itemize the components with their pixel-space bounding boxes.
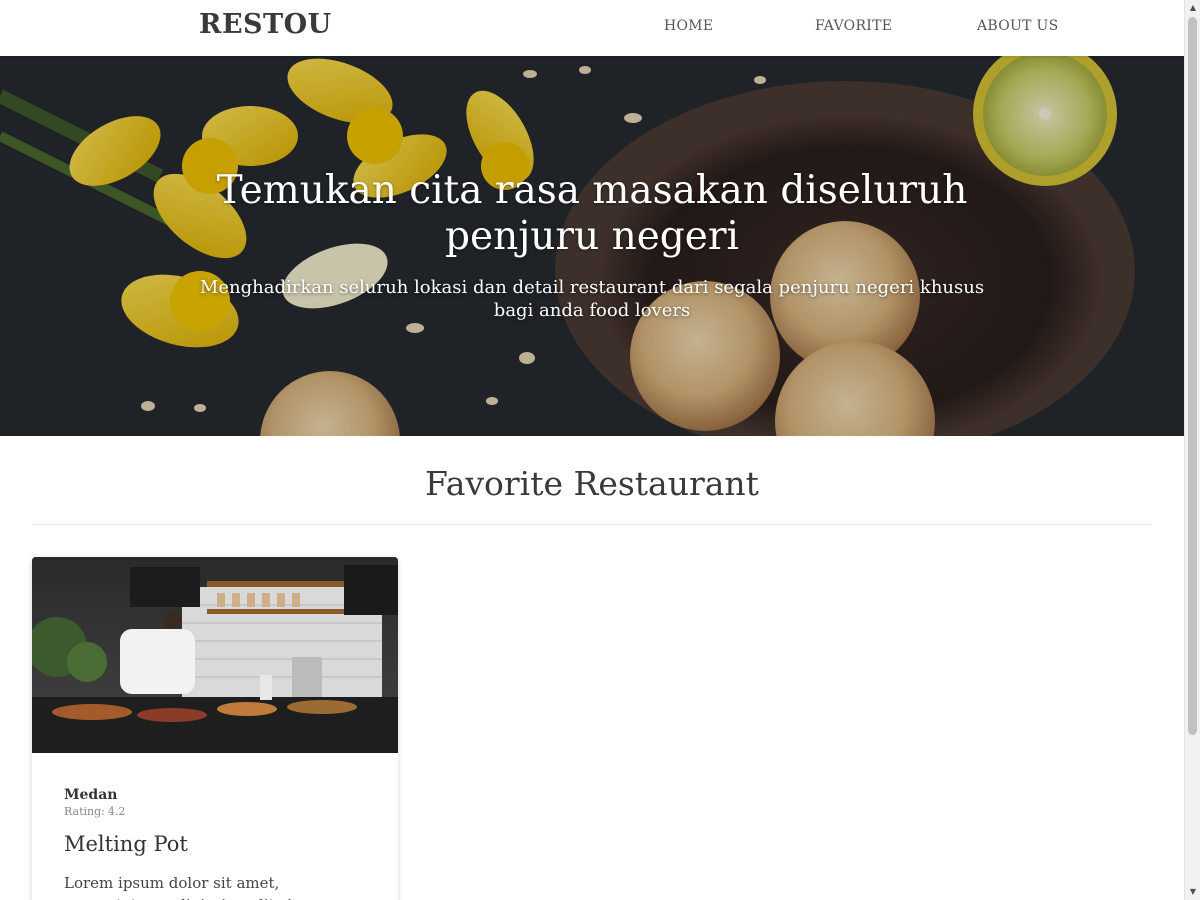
hero-title: Temukan cita rasa masakan diseluruh penj…: [216, 168, 968, 259]
nav-favorite-link[interactable]: FAVORITE: [815, 18, 892, 34]
restaurant-city: Medan: [64, 787, 118, 803]
nav-home-link[interactable]: HOME: [664, 18, 713, 34]
section-divider: [32, 524, 1152, 525]
restaurant-description: Lorem ipsum dolor sit amet, consectetuer…: [64, 874, 341, 900]
hero-banner: Temukan cita rasa masakan diseluruh penj…: [0, 56, 1184, 436]
rating-value: 4.2: [107, 805, 126, 818]
hero-subtitle: Menghadirkan seluruh lokasi dan detail r…: [199, 277, 985, 321]
scroll-down-icon[interactable]: ▼: [1185, 884, 1200, 900]
app-bar: RESTOU HOME FAVORITE ABOUT US: [0, 0, 1184, 56]
page: RESTOU HOME FAVORITE ABOUT US Temukan ci…: [0, 0, 1184, 900]
rating-label: Rating:: [64, 805, 105, 818]
restaurant-rating: Rating: 4.2: [64, 805, 374, 818]
scrollbar-thumb[interactable]: [1188, 17, 1197, 735]
restaurant-name[interactable]: Melting Pot: [64, 832, 374, 856]
scroll-up-icon[interactable]: ▲: [1185, 0, 1200, 16]
restaurant-image[interactable]: [32, 557, 398, 753]
vertical-scrollbar[interactable]: ▲ ▼: [1184, 0, 1200, 900]
card-body: Medan Rating: 4.2 Melting Pot Lorem ipsum…: [64, 787, 374, 900]
section-title: Favorite Restaurant: [425, 464, 759, 503]
nav-about-link[interactable]: ABOUT US: [977, 18, 1059, 34]
main-nav: HOME FAVORITE ABOUT US: [0, 18, 1184, 38]
restaurant-card[interactable]: Medan Rating: 4.2 Melting Pot Lorem ipsum…: [32, 557, 398, 900]
